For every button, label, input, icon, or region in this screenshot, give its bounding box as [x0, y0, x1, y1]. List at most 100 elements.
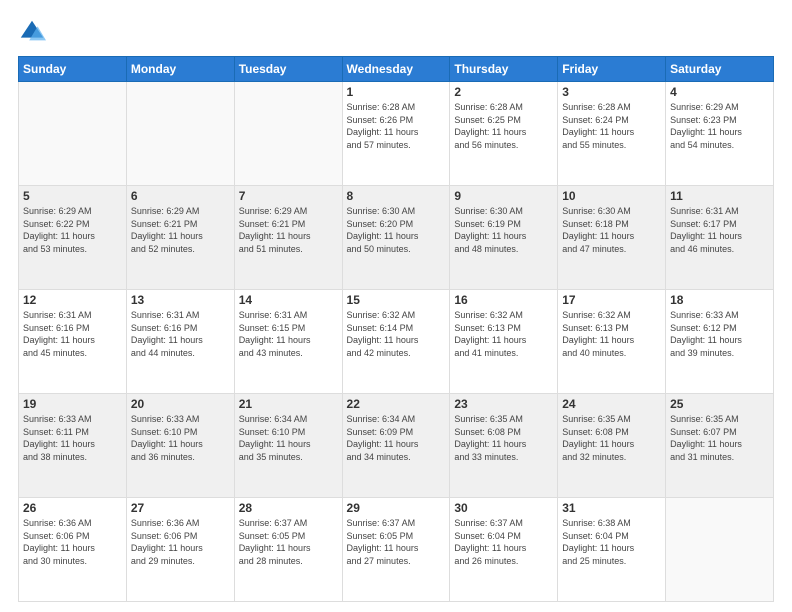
day-number: 10: [562, 189, 661, 203]
calendar-cell: 29 Sunrise: 6:37 AM Sunset: 6:05 PM Dayli…: [342, 498, 450, 602]
calendar-cell: [234, 82, 342, 186]
day-number: 5: [23, 189, 122, 203]
page: SundayMondayTuesdayWednesdayThursdayFrid…: [0, 0, 792, 612]
day-number: 1: [347, 85, 446, 99]
calendar-cell: 21 Sunrise: 6:34 AM Sunset: 6:10 PM Dayli…: [234, 394, 342, 498]
header: [18, 18, 774, 46]
calendar-cell: 16 Sunrise: 6:32 AM Sunset: 6:13 PM Dayli…: [450, 290, 558, 394]
week-row-2: 5 Sunrise: 6:29 AM Sunset: 6:22 PM Daylig…: [19, 186, 774, 290]
day-number: 6: [131, 189, 230, 203]
calendar-cell: 22 Sunrise: 6:34 AM Sunset: 6:09 PM Dayli…: [342, 394, 450, 498]
day-number: 12: [23, 293, 122, 307]
header-day-wednesday: Wednesday: [342, 57, 450, 82]
day-info: Sunrise: 6:35 AM Sunset: 6:08 PM Dayligh…: [562, 413, 661, 463]
day-number: 29: [347, 501, 446, 515]
logo: [18, 18, 50, 46]
calendar-cell: 11 Sunrise: 6:31 AM Sunset: 6:17 PM Dayli…: [666, 186, 774, 290]
day-info: Sunrise: 6:29 AM Sunset: 6:22 PM Dayligh…: [23, 205, 122, 255]
calendar-cell: 20 Sunrise: 6:33 AM Sunset: 6:10 PM Dayli…: [126, 394, 234, 498]
logo-icon: [18, 18, 46, 46]
day-info: Sunrise: 6:31 AM Sunset: 6:17 PM Dayligh…: [670, 205, 769, 255]
calendar-cell: 10 Sunrise: 6:30 AM Sunset: 6:18 PM Dayli…: [558, 186, 666, 290]
day-number: 4: [670, 85, 769, 99]
day-info: Sunrise: 6:35 AM Sunset: 6:08 PM Dayligh…: [454, 413, 553, 463]
calendar-cell: 3Sunrise: 6:28 AM Sunset: 6:24 PM Daylig…: [558, 82, 666, 186]
day-info: Sunrise: 6:32 AM Sunset: 6:13 PM Dayligh…: [562, 309, 661, 359]
day-info: Sunrise: 6:31 AM Sunset: 6:16 PM Dayligh…: [131, 309, 230, 359]
day-number: 22: [347, 397, 446, 411]
day-info: Sunrise: 6:38 AM Sunset: 6:04 PM Dayligh…: [562, 517, 661, 567]
day-number: 26: [23, 501, 122, 515]
calendar-cell: 12 Sunrise: 6:31 AM Sunset: 6:16 PM Dayli…: [19, 290, 127, 394]
day-number: 8: [347, 189, 446, 203]
day-number: 19: [23, 397, 122, 411]
calendar-cell: 14Sunrise: 6:31 AM Sunset: 6:15 PM Dayli…: [234, 290, 342, 394]
day-info: Sunrise: 6:36 AM Sunset: 6:06 PM Dayligh…: [131, 517, 230, 567]
calendar-cell: [666, 498, 774, 602]
header-day-thursday: Thursday: [450, 57, 558, 82]
day-info: Sunrise: 6:28 AM Sunset: 6:26 PM Dayligh…: [347, 101, 446, 151]
calendar-cell: 8 Sunrise: 6:30 AM Sunset: 6:20 PM Daylig…: [342, 186, 450, 290]
calendar-cell: 24 Sunrise: 6:35 AM Sunset: 6:08 PM Dayli…: [558, 394, 666, 498]
calendar-cell: 6Sunrise: 6:29 AM Sunset: 6:21 PM Daylig…: [126, 186, 234, 290]
header-day-tuesday: Tuesday: [234, 57, 342, 82]
header-day-friday: Friday: [558, 57, 666, 82]
day-info: Sunrise: 6:28 AM Sunset: 6:24 PM Dayligh…: [562, 101, 661, 151]
day-number: 20: [131, 397, 230, 411]
header-day-sunday: Sunday: [19, 57, 127, 82]
day-number: 17: [562, 293, 661, 307]
calendar-cell: 31 Sunrise: 6:38 AM Sunset: 6:04 PM Dayli…: [558, 498, 666, 602]
day-info: Sunrise: 6:29 AM Sunset: 6:23 PM Dayligh…: [670, 101, 769, 151]
day-info: Sunrise: 6:31 AM Sunset: 6:16 PM Dayligh…: [23, 309, 122, 359]
calendar-cell: 19Sunrise: 6:33 AM Sunset: 6:11 PM Dayli…: [19, 394, 127, 498]
day-number: 9: [454, 189, 553, 203]
calendar-cell: 30 Sunrise: 6:37 AM Sunset: 6:04 PM Dayli…: [450, 498, 558, 602]
day-info: Sunrise: 6:30 AM Sunset: 6:18 PM Dayligh…: [562, 205, 661, 255]
day-number: 13: [131, 293, 230, 307]
calendar-cell: 23 Sunrise: 6:35 AM Sunset: 6:08 PM Dayli…: [450, 394, 558, 498]
day-info: Sunrise: 6:30 AM Sunset: 6:19 PM Dayligh…: [454, 205, 553, 255]
day-info: Sunrise: 6:28 AM Sunset: 6:25 PM Dayligh…: [454, 101, 553, 151]
day-info: Sunrise: 6:30 AM Sunset: 6:20 PM Dayligh…: [347, 205, 446, 255]
header-row: SundayMondayTuesdayWednesdayThursdayFrid…: [19, 57, 774, 82]
day-number: 7: [239, 189, 338, 203]
day-number: 15: [347, 293, 446, 307]
calendar-cell: 2Sunrise: 6:28 AM Sunset: 6:25 PM Daylig…: [450, 82, 558, 186]
day-number: 25: [670, 397, 769, 411]
calendar-cell: [19, 82, 127, 186]
calendar-cell: 15 Sunrise: 6:32 AM Sunset: 6:14 PM Dayli…: [342, 290, 450, 394]
day-info: Sunrise: 6:37 AM Sunset: 6:04 PM Dayligh…: [454, 517, 553, 567]
day-info: Sunrise: 6:35 AM Sunset: 6:07 PM Dayligh…: [670, 413, 769, 463]
day-number: 16: [454, 293, 553, 307]
week-row-1: 1 Sunrise: 6:28 AM Sunset: 6:26 PM Daylig…: [19, 82, 774, 186]
calendar: SundayMondayTuesdayWednesdayThursdayFrid…: [18, 56, 774, 602]
day-number: 24: [562, 397, 661, 411]
week-row-5: 26 Sunrise: 6:36 AM Sunset: 6:06 PM Dayli…: [19, 498, 774, 602]
calendar-cell: 17 Sunrise: 6:32 AM Sunset: 6:13 PM Dayli…: [558, 290, 666, 394]
day-info: Sunrise: 6:34 AM Sunset: 6:10 PM Dayligh…: [239, 413, 338, 463]
week-row-4: 19Sunrise: 6:33 AM Sunset: 6:11 PM Dayli…: [19, 394, 774, 498]
day-number: 31: [562, 501, 661, 515]
day-number: 21: [239, 397, 338, 411]
week-row-3: 12 Sunrise: 6:31 AM Sunset: 6:16 PM Dayli…: [19, 290, 774, 394]
calendar-cell: 28Sunrise: 6:37 AM Sunset: 6:05 PM Dayli…: [234, 498, 342, 602]
day-info: Sunrise: 6:33 AM Sunset: 6:10 PM Dayligh…: [131, 413, 230, 463]
day-info: Sunrise: 6:32 AM Sunset: 6:14 PM Dayligh…: [347, 309, 446, 359]
day-number: 11: [670, 189, 769, 203]
calendar-cell: 13 Sunrise: 6:31 AM Sunset: 6:16 PM Dayli…: [126, 290, 234, 394]
calendar-cell: 25 Sunrise: 6:35 AM Sunset: 6:07 PM Dayli…: [666, 394, 774, 498]
day-number: 14: [239, 293, 338, 307]
day-number: 27: [131, 501, 230, 515]
calendar-cell: 1 Sunrise: 6:28 AM Sunset: 6:26 PM Daylig…: [342, 82, 450, 186]
day-info: Sunrise: 6:29 AM Sunset: 6:21 PM Dayligh…: [239, 205, 338, 255]
day-number: 23: [454, 397, 553, 411]
day-info: Sunrise: 6:33 AM Sunset: 6:12 PM Dayligh…: [670, 309, 769, 359]
calendar-cell: 27 Sunrise: 6:36 AM Sunset: 6:06 PM Dayli…: [126, 498, 234, 602]
day-info: Sunrise: 6:36 AM Sunset: 6:06 PM Dayligh…: [23, 517, 122, 567]
day-info: Sunrise: 6:37 AM Sunset: 6:05 PM Dayligh…: [347, 517, 446, 567]
calendar-cell: 5 Sunrise: 6:29 AM Sunset: 6:22 PM Daylig…: [19, 186, 127, 290]
day-info: Sunrise: 6:34 AM Sunset: 6:09 PM Dayligh…: [347, 413, 446, 463]
day-number: 30: [454, 501, 553, 515]
calendar-cell: [126, 82, 234, 186]
day-info: Sunrise: 6:32 AM Sunset: 6:13 PM Dayligh…: [454, 309, 553, 359]
